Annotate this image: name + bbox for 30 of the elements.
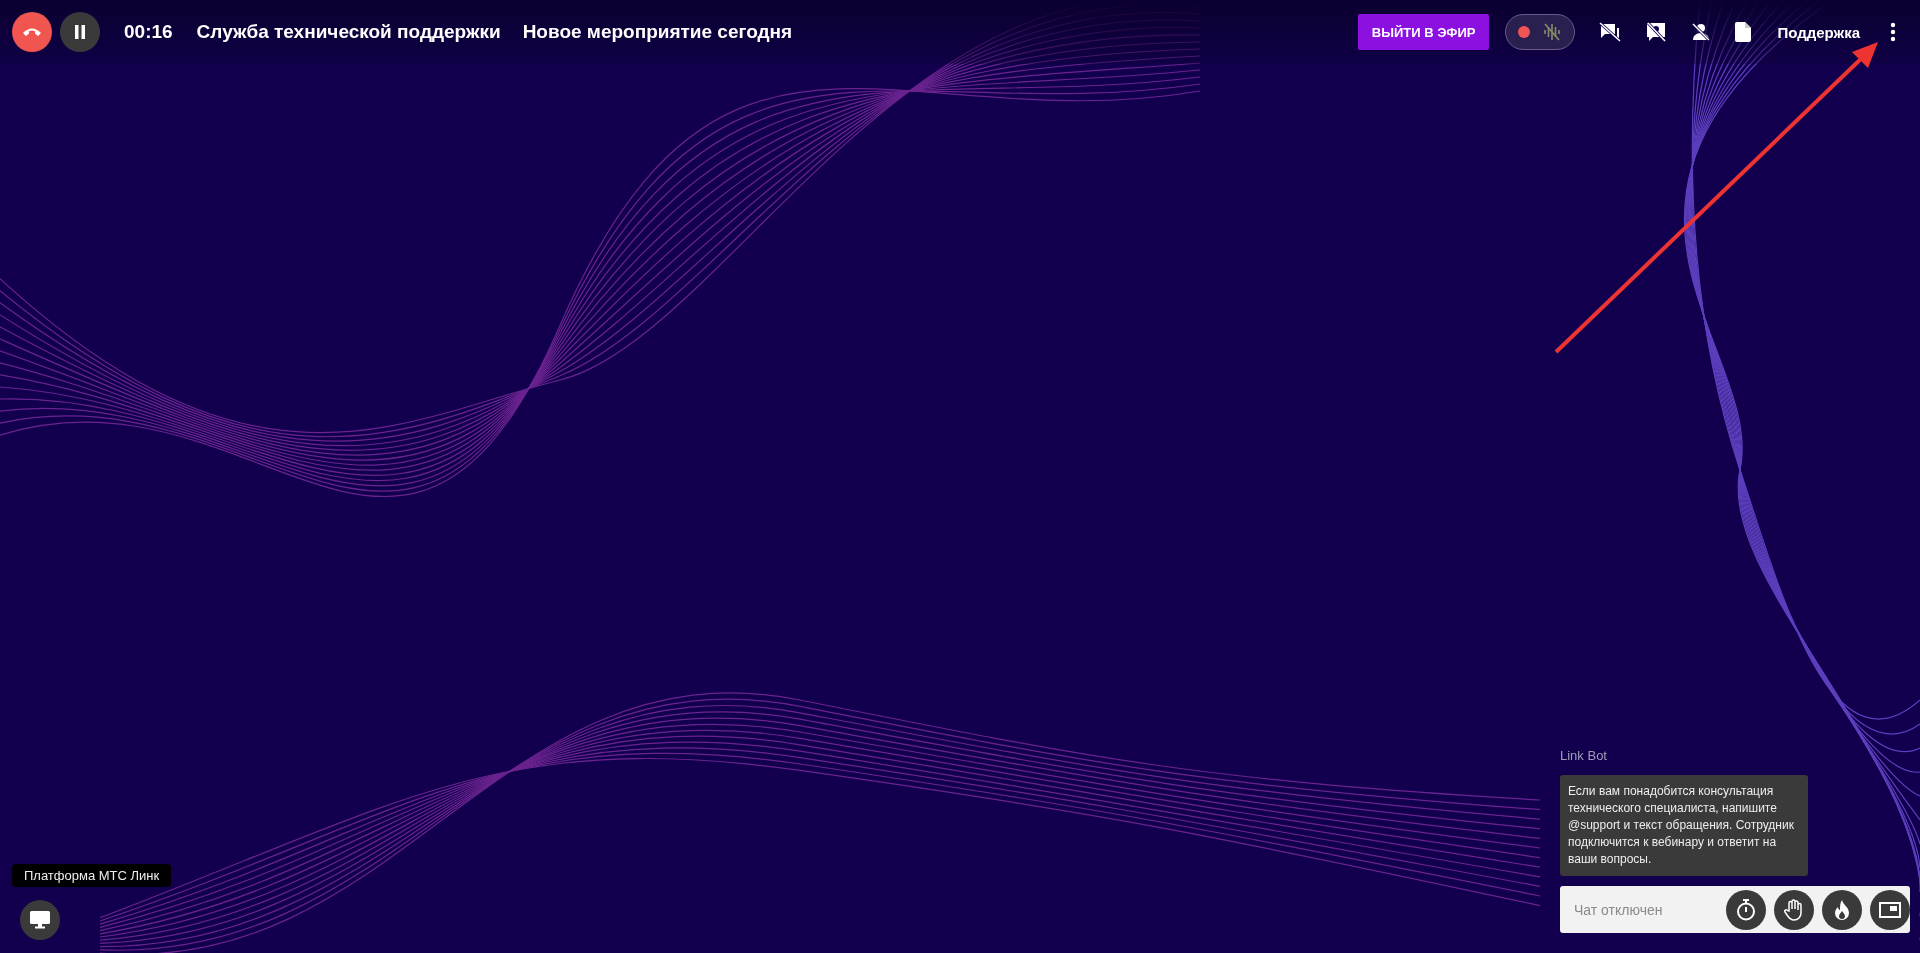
monitor-icon [30,911,50,929]
chat-sender-name: Link Bot [1560,748,1608,763]
flame-icon [1834,899,1850,920]
hand-icon [1784,898,1804,921]
record-dot-icon [1518,26,1531,38]
raise-hand-button[interactable] [1774,889,1814,930]
recording-toggle[interactable] [1505,14,1576,50]
screen-share-button[interactable] [20,900,60,940]
stopwatch-icon [1736,898,1756,921]
timer-button[interactable] [1726,889,1766,930]
hang-up-button[interactable] [12,12,52,52]
reaction-button[interactable] [1822,889,1862,930]
more-options-icon[interactable] [1890,22,1896,42]
chat-message: Если вам понадобится консультация технического специалиста, напишите @support и текст обращения. Сотрудник подключится к вебинару и ответит на ваши вопросы. [1560,775,1808,876]
picture-in-picture-button[interactable] [1870,889,1910,930]
pause-button[interactable] [60,12,100,52]
user-off-icon[interactable] [1691,22,1712,42]
chat-off-icon[interactable] [1599,22,1622,42]
timer: 00:16 [124,21,173,43]
image-off-icon[interactable] [1645,22,1668,42]
room-title: Служба технической поддержки [196,21,501,43]
phone-icon [22,27,42,37]
pause-icon [74,25,86,39]
go-live-button[interactable]: ВЫЙТИ В ЭФИР [1357,14,1490,50]
document-icon[interactable] [1735,22,1752,42]
platform-label: Платформа МТС Линк [12,864,172,887]
audio-off-icon [1542,22,1563,42]
event-title: Новое мероприятие сегодня [522,21,793,43]
picture-in-picture-icon [1879,901,1901,918]
support-link[interactable]: Поддержка [1777,23,1860,41]
